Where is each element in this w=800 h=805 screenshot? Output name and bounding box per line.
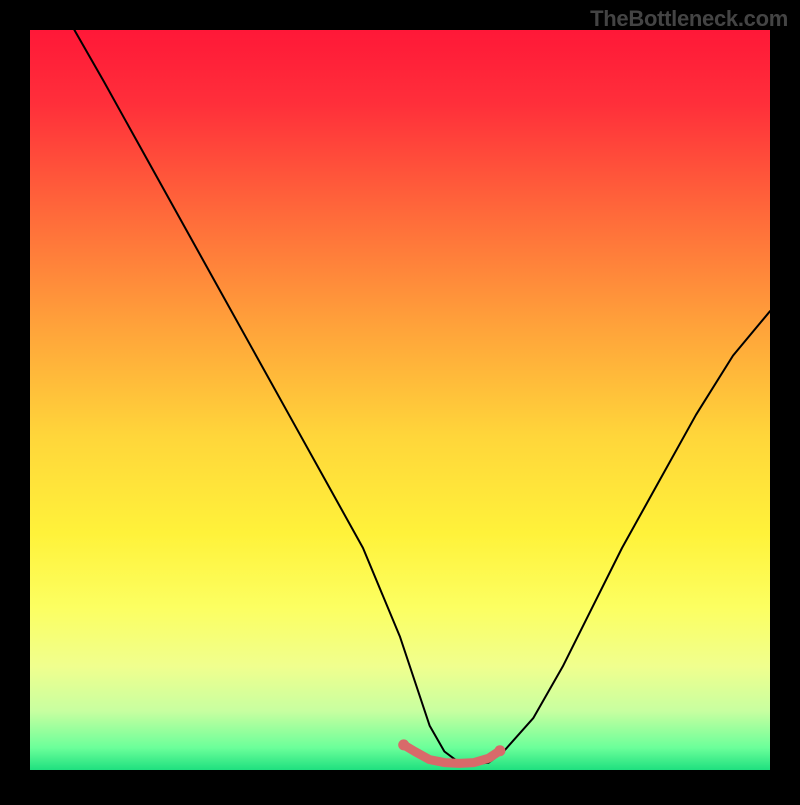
highlight-endpoint [494,745,505,756]
chart-container [0,0,800,800]
highlight-endpoint [398,739,409,750]
bottleneck-curve-chart [0,0,800,800]
watermark-text: TheBottleneck.com [590,6,788,32]
plot-background [30,30,770,770]
